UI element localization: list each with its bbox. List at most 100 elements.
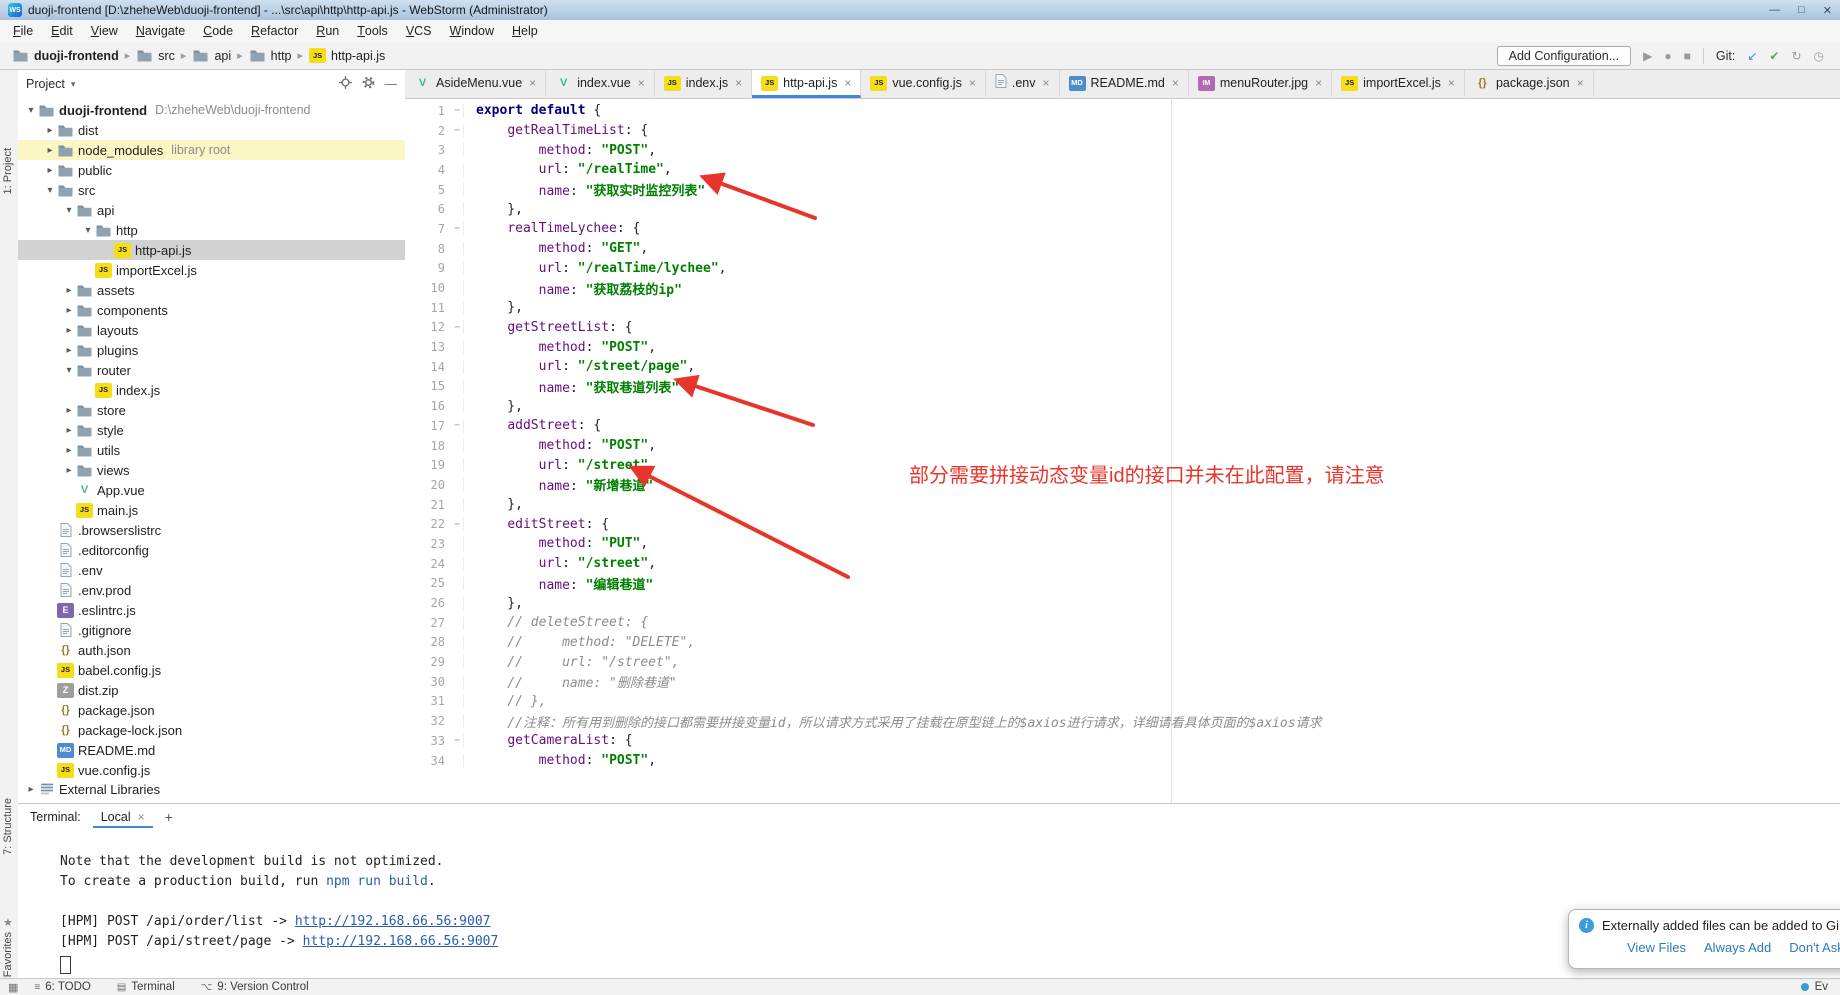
close-icon[interactable]: × <box>1172 76 1179 90</box>
close-icon[interactable]: × <box>735 76 742 90</box>
tree-item-src[interactable]: ▾src <box>18 180 405 200</box>
tree-item-public[interactable]: ▸public <box>18 160 405 180</box>
code-line[interactable]: 3− method: "POST", <box>405 140 1840 160</box>
chevron-right-icon[interactable]: ▸ <box>62 325 76 336</box>
tree-item-vue-config-js[interactable]: JSvue.config.js <box>18 760 405 779</box>
tree-item-utils[interactable]: ▸utils <box>18 440 405 460</box>
close-icon[interactable]: × <box>1448 76 1455 90</box>
tree-item-gitignore[interactable]: .gitignore <box>18 620 405 640</box>
code-line[interactable]: 30− // name: "删除巷道" <box>405 672 1840 692</box>
tree-item-style[interactable]: ▸style <box>18 420 405 440</box>
notification-action-view-files[interactable]: View Files <box>1627 940 1686 955</box>
tree-item-http[interactable]: ▾http <box>18 220 405 240</box>
tree-item-importexcel-js[interactable]: JSimportExcel.js <box>18 260 405 280</box>
code-line[interactable]: 34− method: "POST", <box>405 751 1840 771</box>
code-line[interactable]: 23− method: "PUT", <box>405 534 1840 554</box>
code-line[interactable]: 31− // }, <box>405 692 1840 712</box>
breadcrumb-duoji-frontend[interactable]: duoji-frontend <box>10 49 121 63</box>
code-line[interactable]: 9− url: "/realTime/lychee", <box>405 259 1840 279</box>
close-icon[interactable]: ✕ <box>1823 4 1832 17</box>
tree-item-views[interactable]: ▸views <box>18 460 405 480</box>
chevron-right-icon[interactable]: ▸ <box>62 405 76 416</box>
code-line[interactable]: 2− getRealTimeList: { <box>405 121 1840 141</box>
tree-item-plugins[interactable]: ▸plugins <box>18 340 405 360</box>
event-log-label[interactable]: Ev <box>1815 981 1828 993</box>
chevron-right-icon[interactable]: ▸ <box>62 425 76 436</box>
tool-windows-icon[interactable]: ▦ <box>8 981 18 994</box>
tree-item-auth-json[interactable]: {}auth.json <box>18 640 405 660</box>
chevron-down-icon[interactable]: ▾ <box>71 79 76 90</box>
tree-item-api[interactable]: ▾api <box>18 200 405 220</box>
tree-item-index-js[interactable]: JSindex.js <box>18 380 405 400</box>
terminal-link[interactable]: http://192.168.66.56:9007 <box>303 934 499 949</box>
close-icon[interactable]: × <box>138 810 145 824</box>
chevron-right-icon[interactable]: ▸ <box>62 445 76 456</box>
tree-item-env-prod[interactable]: .env.prod <box>18 580 405 600</box>
code-line[interactable]: 17− addStreet: { <box>405 416 1840 436</box>
code-line[interactable]: 18− method: "POST", <box>405 436 1840 456</box>
close-icon[interactable]: × <box>529 76 536 90</box>
breadcrumb-http[interactable]: http <box>247 49 294 63</box>
menu-vcs[interactable]: VCS <box>397 20 441 42</box>
terminal-tab-local[interactable]: Local × <box>93 806 153 828</box>
tab-importexcel-js[interactable]: JSimportExcel.js× <box>1332 70 1465 98</box>
code-line[interactable]: 5− name: "获取实时监控列表" <box>405 180 1840 200</box>
git-update-icon[interactable]: ↙ <box>1747 50 1757 62</box>
tree-item-main-js[interactable]: JSmain.js <box>18 500 405 520</box>
menu-run[interactable]: Run <box>307 20 348 42</box>
tree-item-readme-md[interactable]: MDREADME.md <box>18 740 405 760</box>
fold-icon[interactable]: − <box>451 322 463 333</box>
tab-menurouter-jpg[interactable]: IMmenuRouter.jpg× <box>1189 70 1332 98</box>
stop-icon[interactable]: ■ <box>1684 50 1691 62</box>
fold-icon[interactable]: − <box>451 420 463 431</box>
tab-http-api-js[interactable]: JShttp-api.js× <box>752 70 861 98</box>
code-line[interactable]: 16− }, <box>405 396 1840 416</box>
code-line[interactable]: 11− }, <box>405 298 1840 318</box>
chevron-down-icon[interactable]: ▾ <box>62 365 76 376</box>
tree-item-editorconfig[interactable]: .editorconfig <box>18 540 405 560</box>
git-revert-icon[interactable]: ↻ <box>1791 50 1801 62</box>
tab-vue-config-js[interactable]: JSvue.config.js× <box>861 70 986 98</box>
status-bar-9-version-control[interactable]: ⌥9: Version Control <box>201 981 309 993</box>
chevron-right-icon[interactable]: ▸ <box>43 125 57 136</box>
code-line[interactable]: 27− // deleteStreet: { <box>405 613 1840 633</box>
maximize-icon[interactable]: □ <box>1798 4 1805 17</box>
git-commit-icon[interactable]: ✔ <box>1769 50 1779 62</box>
code-line[interactable]: 13− method: "POST", <box>405 337 1840 357</box>
terminal-link[interactable]: http://192.168.66.56:9007 <box>295 914 491 929</box>
menu-view[interactable]: View <box>82 20 127 42</box>
chevron-down-icon[interactable]: ▾ <box>24 105 38 116</box>
tree-item-browserslistrc[interactable]: .browserslistrc <box>18 520 405 540</box>
terminal-output[interactable]: Note that the development build is not o… <box>18 830 1840 974</box>
tree-item-dist[interactable]: ▸dist <box>18 120 405 140</box>
code-line[interactable]: 6− }, <box>405 199 1840 219</box>
tree-item-components[interactable]: ▸components <box>18 300 405 320</box>
code-line[interactable]: 7− realTimeLychee: { <box>405 219 1840 239</box>
code-line[interactable]: 25− name: "编辑巷道" <box>405 574 1840 594</box>
close-icon[interactable]: × <box>638 76 645 90</box>
tree-item-app-vue[interactable]: VApp.vue <box>18 480 405 500</box>
tree-item-eslintrc-js[interactable]: E.eslintrc.js <box>18 600 405 620</box>
code-line[interactable]: 15− name: "获取巷道列表" <box>405 377 1840 397</box>
tree-item-store[interactable]: ▸store <box>18 400 405 420</box>
debug-icon[interactable]: ● <box>1664 50 1671 62</box>
gear-icon[interactable] <box>362 76 375 92</box>
breadcrumb-http-api-js[interactable]: JShttp-api.js <box>307 48 387 63</box>
chevron-right-icon[interactable]: ▸ <box>62 345 76 356</box>
tab-env[interactable]: .env× <box>986 70 1060 98</box>
code-line[interactable]: 28− // method: "DELETE", <box>405 633 1840 653</box>
fold-icon[interactable]: − <box>451 735 463 746</box>
terminal-cursor[interactable] <box>60 956 71 974</box>
fold-icon[interactable]: − <box>451 125 463 136</box>
stripe-structure-button[interactable]: 7: Structure <box>2 798 14 855</box>
menu-edit[interactable]: Edit <box>42 20 82 42</box>
status-bar-6-todo[interactable]: ≡6: TODO <box>34 981 90 993</box>
fold-icon[interactable]: − <box>451 519 463 530</box>
tab-readme-md[interactable]: MDREADME.md× <box>1060 70 1189 98</box>
code-line[interactable]: 8− method: "GET", <box>405 239 1840 259</box>
stripe-project-button[interactable]: 1: Project <box>2 148 14 194</box>
chevron-down-icon[interactable]: ▾ <box>81 225 95 236</box>
code-line[interactable]: 4− url: "/realTime", <box>405 160 1840 180</box>
fold-icon[interactable]: − <box>451 223 463 234</box>
locate-file-icon[interactable] <box>339 76 352 92</box>
